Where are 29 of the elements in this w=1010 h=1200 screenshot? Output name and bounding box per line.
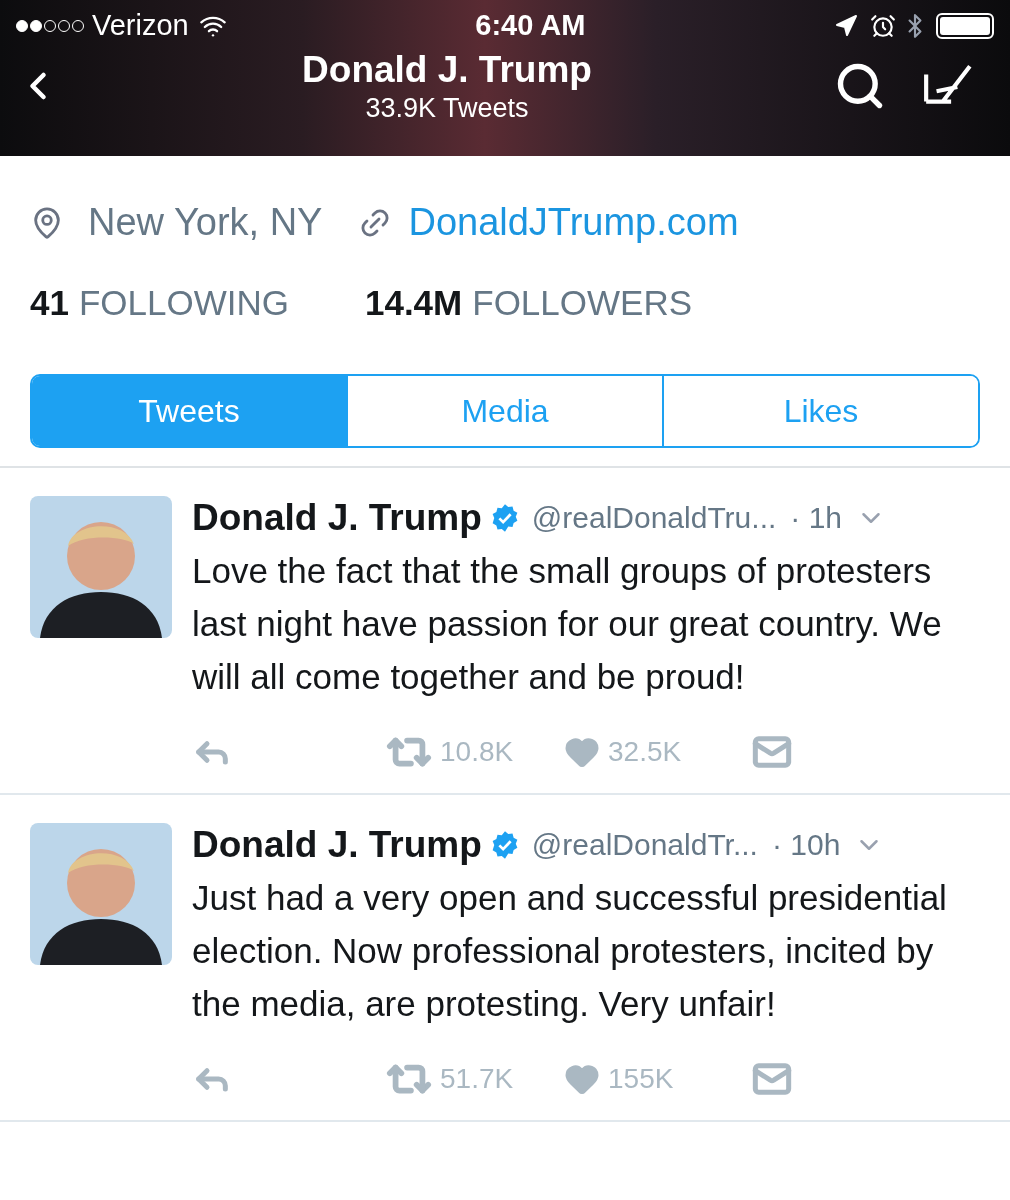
tweet-text: Just had a very open and successful presidential election. Now professional protesters, incited by the media, are protesting. Very unfair!	[192, 876, 948, 1025]
stat-label[interactable]: FOLLOWERS	[472, 277, 692, 330]
stat-count[interactable]: 14.4M	[364, 277, 463, 330]
stat-label[interactable]: FOLLOWING	[78, 277, 289, 330]
like-count: 32.5K	[608, 734, 683, 769]
like-count: 155K	[608, 1061, 675, 1096]
retweet-count: 51.7K	[440, 1061, 515, 1096]
tweet-count: 33.9K Tweets	[365, 92, 529, 124]
location-text: New York, NY	[88, 200, 323, 245]
tweet-text: Love the fact that the small groups of protesters last night have passion for our great country. We will all come together and be proud!	[192, 549, 943, 698]
author-name[interactable]: Donald J. Trump	[192, 816, 482, 873]
clock-time: 6:40 AM	[475, 8, 586, 44]
tab[interactable]: Tweets	[32, 375, 346, 446]
alarm-icon	[870, 13, 896, 39]
stat-count[interactable]: 41	[30, 277, 69, 330]
author-handle[interactable]: @realDonaldTr...	[531, 822, 758, 867]
author-name[interactable]: Donald J. Trump	[192, 489, 482, 546]
website-link[interactable]: DonaldJTrump.com	[408, 194, 739, 251]
tweet-time: · 1h	[790, 500, 842, 536]
retweet-count: 10.8K	[440, 734, 515, 769]
carrier-name: Verizon	[92, 8, 189, 44]
author-handle[interactable]: @realDonaldTru...	[531, 495, 777, 540]
avatar[interactable]	[30, 822, 172, 965]
header-title: Donald J. Trump	[302, 48, 592, 92]
battery-icon	[936, 13, 994, 39]
tab[interactable]: Likes	[662, 375, 978, 446]
tweet-time: · 10h	[771, 827, 841, 863]
avatar[interactable]	[30, 495, 172, 638]
location-arrow-icon	[834, 14, 858, 38]
